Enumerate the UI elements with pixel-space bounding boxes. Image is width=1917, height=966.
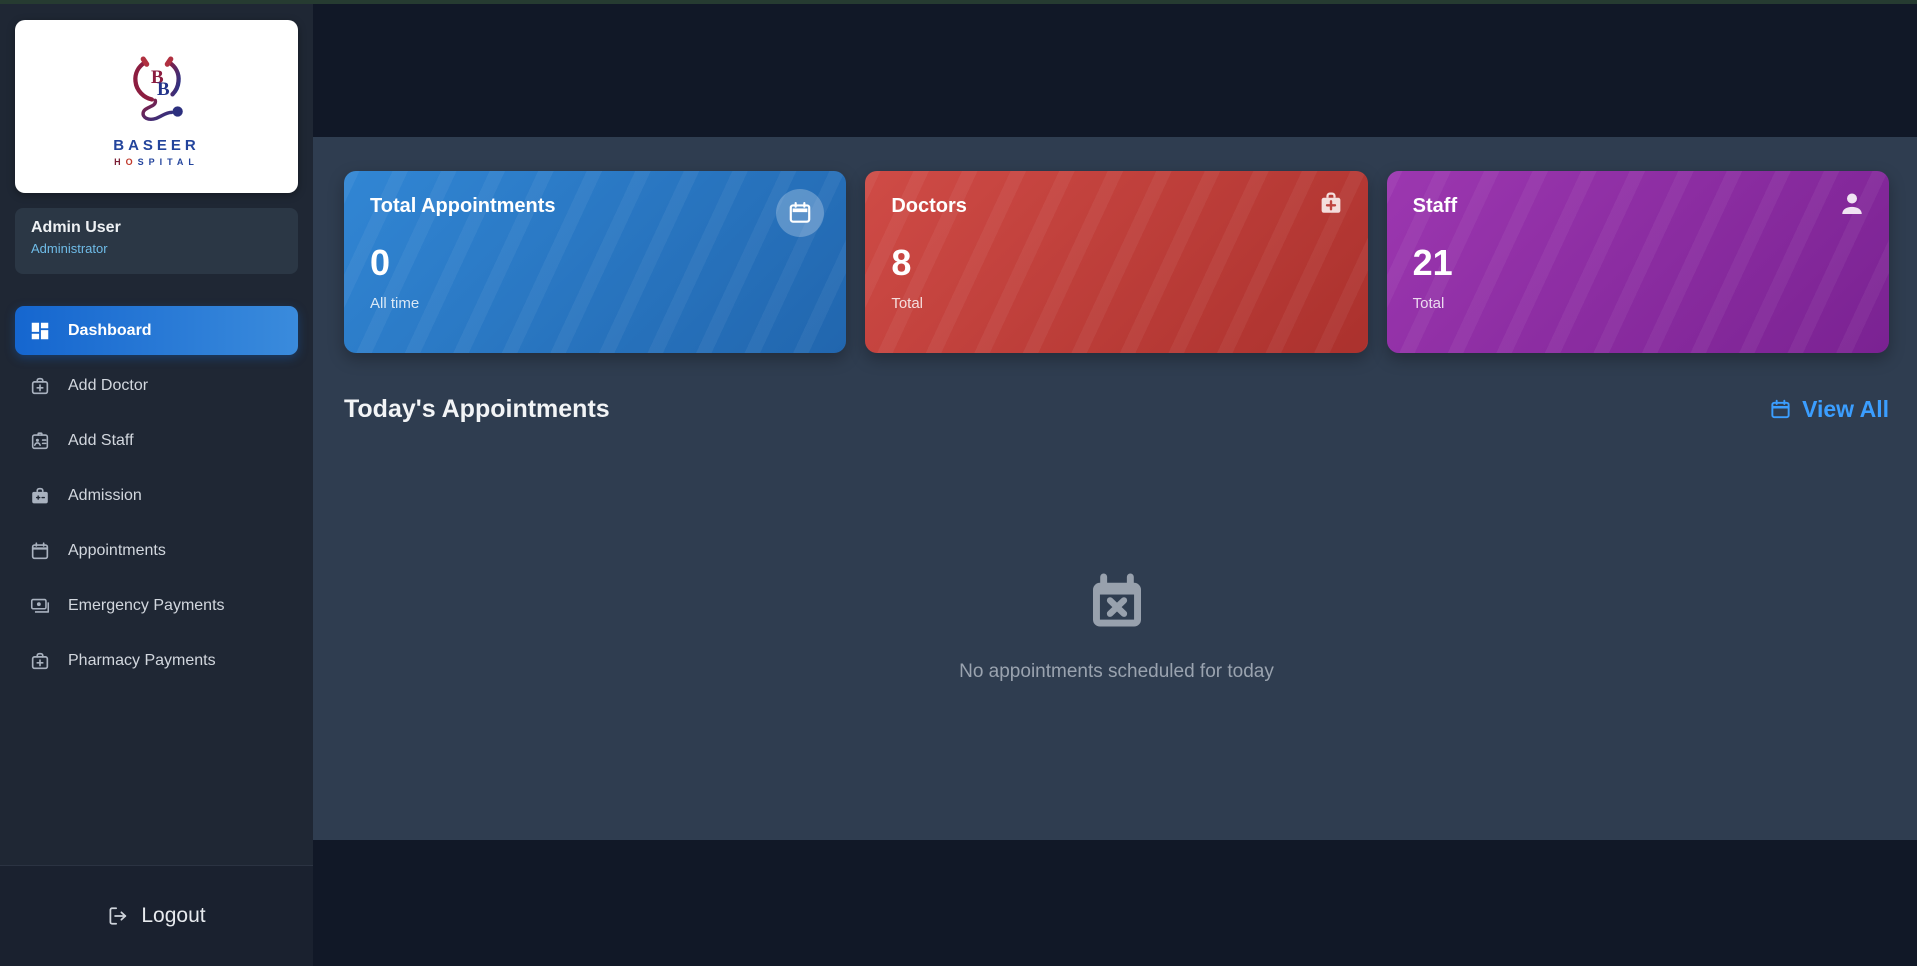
calendar-x-icon [1085,570,1149,639]
sidebar: B B BASEER HOSPITAL Admin User Administr… [0,0,313,966]
stat-card-doctors: Doctors 8 Total [865,171,1367,353]
stethoscope-monogram-logo-icon: B B [114,47,200,133]
empty-appointments-state: No appointments scheduled for today [344,570,1889,683]
user-card: Admin User Administrator [15,208,298,274]
sidebar-item-label: Pharmacy Payments [68,652,216,670]
app-root: B B BASEER HOSPITAL Admin User Administr… [0,0,1917,966]
sidebar-item-add-doctor[interactable]: Add Doctor [15,361,298,410]
logout-icon [107,905,129,927]
stat-card-total-appointments: Total Appointments 0 All time [344,171,846,353]
logo-tagline: HOSPITAL [114,157,199,167]
medical-bag-plus-icon [29,650,51,672]
medical-case-icon [29,485,51,507]
sidebar-item-label: Add Staff [68,432,134,450]
payments-icon [29,595,51,617]
empty-message: No appointments scheduled for today [959,661,1274,683]
sidebar-item-admission[interactable]: Admission [15,471,298,520]
sidebar-item-label: Appointments [68,542,166,560]
medical-bag-plus-icon [1316,189,1346,219]
sidebar-footer: Logout [0,865,313,966]
stat-card-value: 21 [1413,242,1863,284]
view-all-label: View All [1802,396,1889,423]
sidebar-item-appointments[interactable]: Appointments [15,526,298,575]
section-header: Today's Appointments View All [344,395,1889,424]
sidebar-item-label: Emergency Payments [68,597,225,615]
dashboard-icon [29,320,51,342]
calendar-icon [1769,398,1792,421]
stat-card-title: Total Appointments [370,195,820,218]
logout-button[interactable]: Logout [107,904,205,928]
window-top-strip [0,0,1917,4]
content-panel: Total Appointments 0 All time Doctors 8 [313,137,1917,840]
stat-card-title: Doctors [891,195,1341,218]
user-role: Administrator [31,241,282,256]
medical-bag-plus-icon [29,375,51,397]
main-area: Total Appointments 0 All time Doctors 8 [313,0,1917,966]
stat-card-staff: Staff 21 Total [1387,171,1889,353]
stat-card-caption: Total [1413,295,1863,312]
svg-text:B: B [157,79,170,100]
calendar-icon [776,189,824,237]
person-icon [1837,189,1867,219]
section-title: Today's Appointments [344,395,610,424]
hospital-logo-card: B B BASEER HOSPITAL [15,20,298,193]
stat-card-caption: Total [891,295,1341,312]
stat-card-title: Staff [1413,195,1863,218]
footer-band [313,840,1917,966]
stat-cards-row: Total Appointments 0 All time Doctors 8 [344,171,1889,353]
sidebar-item-add-staff[interactable]: Add Staff [15,416,298,465]
sidebar-item-pharmacy-payments[interactable]: Pharmacy Payments [15,636,298,685]
sidebar-item-label: Add Doctor [68,377,148,395]
sidebar-item-dashboard[interactable]: Dashboard [15,306,298,355]
stat-card-value: 8 [891,242,1341,284]
logo-name: BASEER [113,137,200,154]
sidebar-nav: Dashboard Add Doctor Add Staff Admission [15,306,298,685]
id-badge-icon [29,430,51,452]
stat-card-caption: All time [370,295,820,312]
user-name: Admin User [31,219,282,237]
logout-label: Logout [141,904,205,928]
view-all-link[interactable]: View All [1769,396,1889,423]
sidebar-item-emergency-payments[interactable]: Emergency Payments [15,581,298,630]
sidebar-item-label: Admission [68,487,142,505]
sidebar-item-label: Dashboard [68,322,152,340]
calendar-icon [29,540,51,562]
stat-card-value: 0 [370,242,820,284]
header-band [313,0,1917,137]
